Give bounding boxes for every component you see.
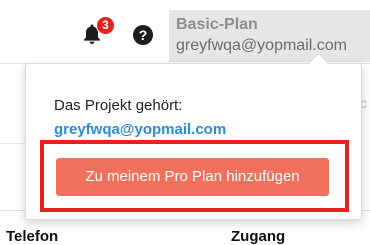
column-header-access: Zugang <box>231 228 286 245</box>
column-header-phone: Telefon <box>6 228 59 245</box>
project-owner-popover: Das Projekt gehört: greyfwqa@yopmail.com… <box>25 52 362 220</box>
add-to-pro-plan-button[interactable]: Zu meinem Pro Plan hinzufügen <box>56 158 329 196</box>
plan-name: Basic-Plan <box>176 16 258 33</box>
account-menu[interactable]: Basic-Plan greyfwqa@yopmail.com <box>169 10 370 62</box>
top-bar: 3 ? Basic-Plan greyfwqa@yopmail.com <box>0 0 370 64</box>
notification-badge[interactable]: 3 <box>96 16 115 35</box>
account-email: greyfwqa@yopmail.com <box>176 37 347 54</box>
owner-email-link[interactable]: greyfwqa@yopmail.com <box>54 121 226 138</box>
background-divider <box>0 143 25 144</box>
help-icon[interactable]: ? <box>133 25 153 45</box>
owner-label: Das Projekt gehört: <box>54 97 183 114</box>
